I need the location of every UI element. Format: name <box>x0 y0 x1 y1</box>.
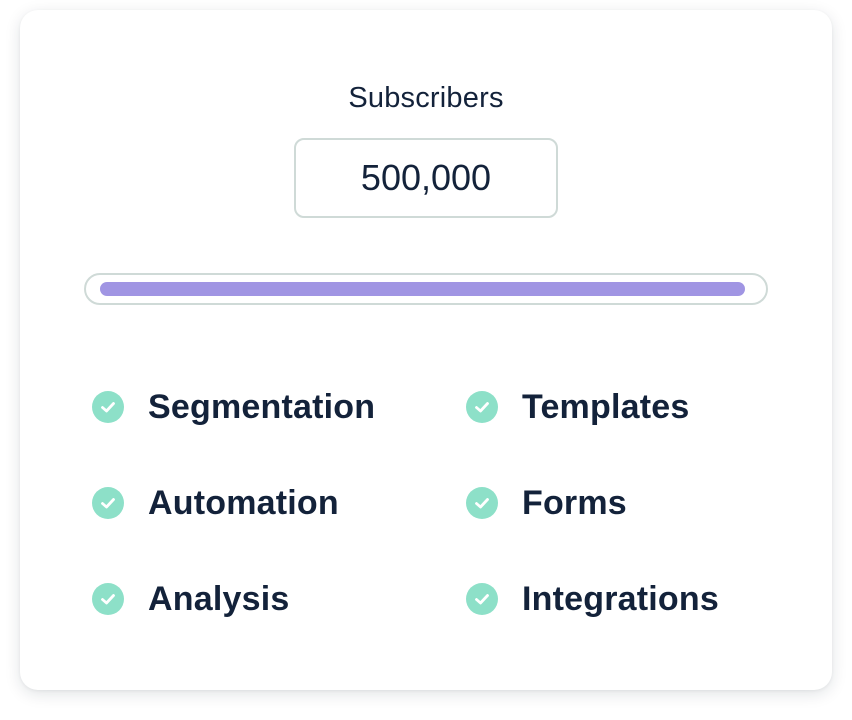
feature-list: Segmentation Templates Automation Forms … <box>92 378 792 666</box>
feature-label: Templates <box>522 387 690 426</box>
check-circle-icon <box>92 391 124 423</box>
check-circle-icon <box>466 391 498 423</box>
feature-item: Analysis <box>92 570 466 628</box>
feature-label: Integrations <box>522 579 719 618</box>
slider-fill <box>100 282 745 296</box>
feature-item: Templates <box>466 378 792 436</box>
subscribers-value-field[interactable]: 500,000 <box>294 138 558 218</box>
pricing-card: Subscribers 500,000 Segmentation Templat… <box>20 10 832 690</box>
check-circle-icon <box>92 583 124 615</box>
check-circle-icon <box>466 583 498 615</box>
feature-item: Forms <box>466 474 792 532</box>
feature-label: Automation <box>148 483 339 522</box>
feature-item: Automation <box>92 474 466 532</box>
feature-label: Analysis <box>148 579 290 618</box>
feature-item: Segmentation <box>92 378 466 436</box>
check-circle-icon <box>466 487 498 519</box>
subscribers-label: Subscribers <box>348 82 504 114</box>
feature-label: Forms <box>522 483 627 522</box>
subscribers-slider[interactable] <box>84 273 768 305</box>
feature-label: Segmentation <box>148 387 376 426</box>
feature-item: Integrations <box>466 570 792 628</box>
check-circle-icon <box>92 487 124 519</box>
